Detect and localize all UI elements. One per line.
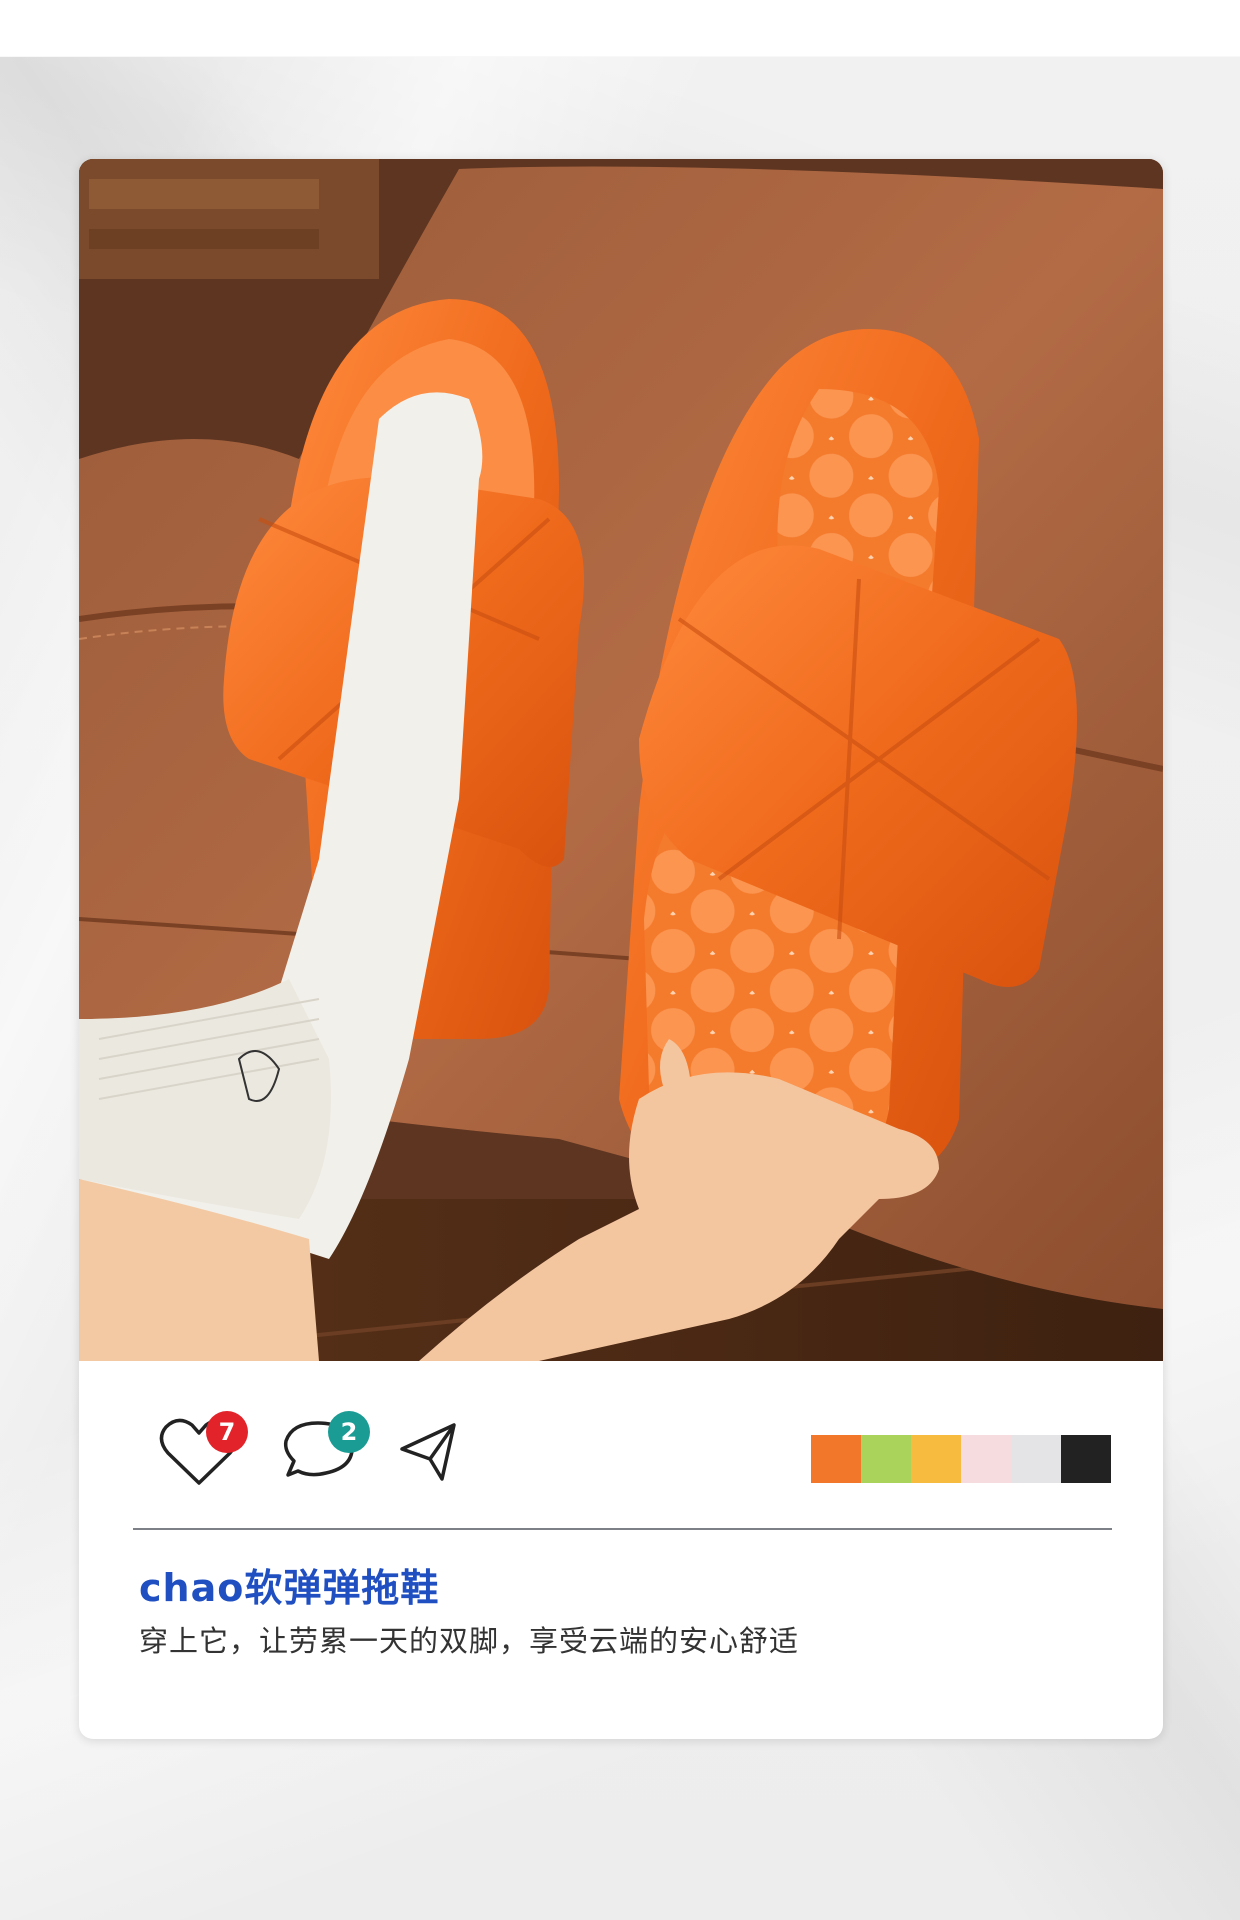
- like-button[interactable]: 7: [154, 1411, 248, 1491]
- color-swatch-black[interactable]: [1061, 1435, 1111, 1483]
- paper-plane-icon: [400, 1423, 456, 1481]
- color-swatch-pink[interactable]: [961, 1435, 1011, 1483]
- like-count-badge: 7: [206, 1411, 248, 1453]
- slippers-illustration: [79, 159, 1163, 1361]
- comment-button[interactable]: 2: [276, 1411, 370, 1491]
- color-swatch-orange[interactable]: [811, 1435, 861, 1483]
- product-title: chao软弹弹拖鞋: [139, 1566, 440, 1610]
- color-swatch-yellow[interactable]: [911, 1435, 961, 1483]
- product-photo: [79, 159, 1163, 1361]
- color-swatch-gray[interactable]: [1011, 1435, 1061, 1483]
- post-action-bar: 7 2 chao软弹弹拖鞋 穿上它，让劳累一天的双脚，享受云端的安心舒适: [79, 1361, 1163, 1739]
- color-swatch-lime[interactable]: [861, 1435, 911, 1483]
- color-options: [811, 1435, 1111, 1483]
- divider: [133, 1528, 1112, 1530]
- product-tagline: 穿上它，让劳累一天的双脚，享受云端的安心舒适: [139, 1624, 800, 1658]
- comment-count-badge: 2: [328, 1411, 370, 1453]
- product-post-card: 7 2 chao软弹弹拖鞋 穿上它，让劳累一天的双脚，享受云端的安心舒适: [79, 159, 1163, 1739]
- share-button[interactable]: [394, 1417, 464, 1497]
